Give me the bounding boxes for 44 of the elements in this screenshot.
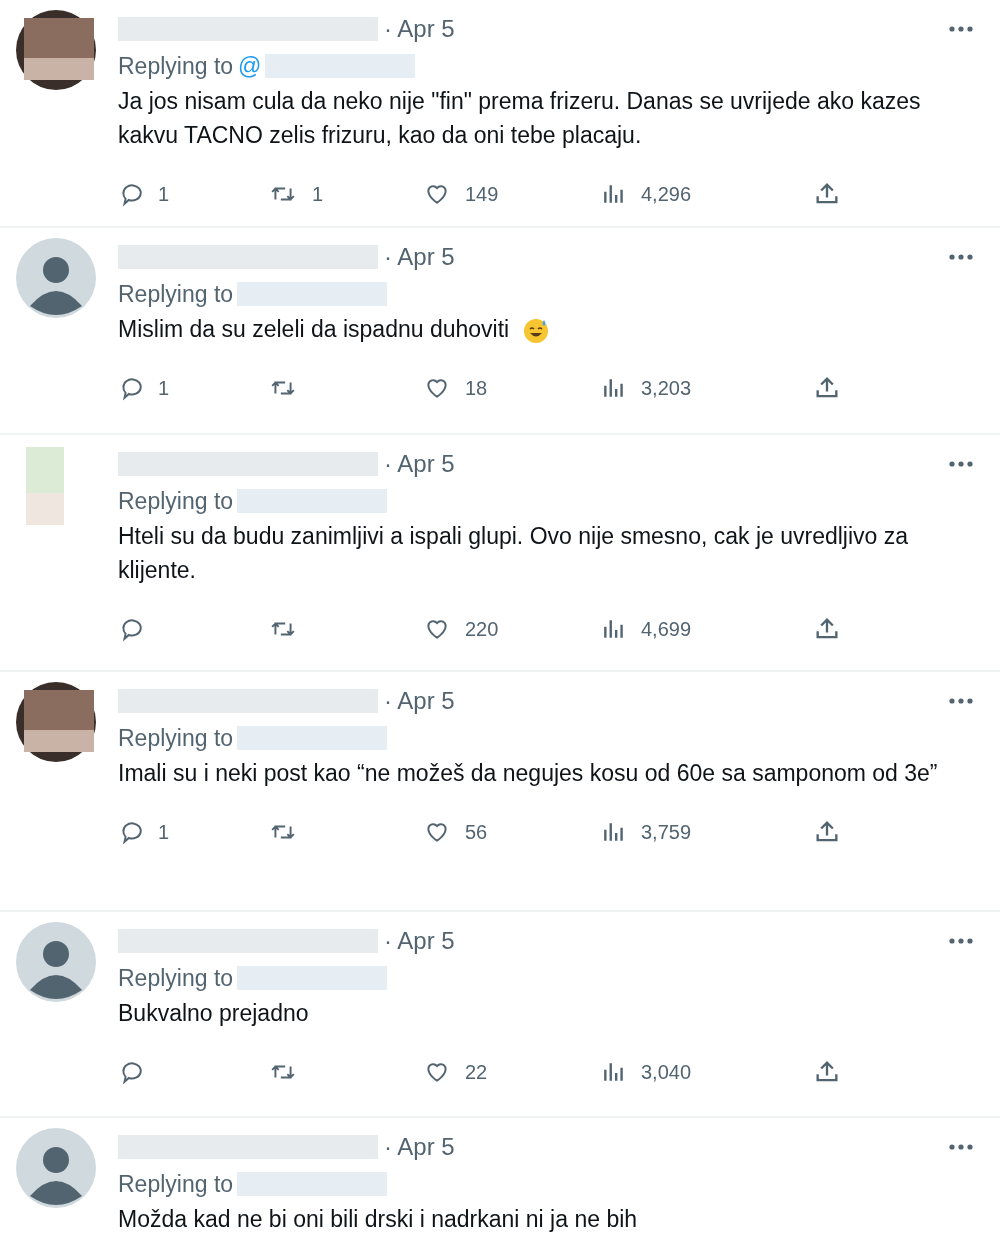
tweet-date: · Apr 5 bbox=[384, 15, 455, 43]
mention-link[interactable]: @ bbox=[238, 52, 262, 80]
view-count: 3,040 bbox=[641, 1060, 692, 1084]
view-count: 4,296 bbox=[641, 182, 692, 206]
tweet-date: · Apr 5 bbox=[384, 927, 455, 955]
like-count: 18 bbox=[465, 376, 488, 400]
more-options-icon[interactable] bbox=[948, 937, 974, 945]
reply-count: 1 bbox=[158, 182, 170, 206]
like-count: 56 bbox=[465, 820, 488, 844]
replying-to-label: Replying to bbox=[118, 1170, 234, 1198]
reply-text: Možda kad ne bi oni bili drski i nadrkani ni ja ne bih bbox=[118, 1206, 638, 1232]
blurred-avatar[interactable] bbox=[16, 682, 96, 762]
tweet-date: · Apr 5 bbox=[384, 687, 455, 715]
reply-text: Bukvalno prejadno bbox=[118, 1000, 309, 1026]
tweet-date: · Apr 5 bbox=[384, 1133, 455, 1161]
view-count: 4,699 bbox=[641, 617, 692, 641]
replying-to-label: Replying to bbox=[118, 52, 234, 80]
reply-text: Ja jos nisam cula da neko nije "fin" prema frizeru. Danas se uvrijede ako kazes kakvu TACNO zelis frizuru, kao da oni tebe placaju. bbox=[118, 88, 921, 148]
view-count: 3,203 bbox=[641, 376, 692, 400]
reply-text: Mislim da su zeleli da ispadnu duhoviti bbox=[118, 316, 510, 342]
like-count: 220 bbox=[465, 617, 499, 641]
more-options-icon[interactable] bbox=[948, 697, 974, 705]
like-count: 149 bbox=[465, 182, 499, 206]
tweet-date: · Apr 5 bbox=[384, 450, 455, 478]
more-options-icon[interactable] bbox=[948, 25, 974, 33]
reply-count: 1 bbox=[158, 376, 170, 400]
more-options-icon[interactable] bbox=[948, 253, 974, 261]
view-count: 3,759 bbox=[641, 820, 692, 844]
blurred-avatar[interactable] bbox=[16, 10, 96, 90]
replying-to-label: Replying to bbox=[118, 724, 234, 752]
reply-text: Imali su i neki post kao “ne možeš da negujes kosu od 60e sa samponom od 3e” bbox=[118, 760, 938, 786]
replying-to-label: Replying to bbox=[118, 964, 234, 992]
more-options-icon[interactable] bbox=[948, 1143, 974, 1151]
reply-text: Hteli su da budu zanimljivi a ispali glupi. Ovo nije smesno, cak je uvredljivo za klijente. bbox=[118, 523, 909, 583]
default-avatar-icon[interactable] bbox=[16, 238, 96, 318]
replying-to-label: Replying to bbox=[118, 280, 234, 308]
like-count: 22 bbox=[465, 1060, 488, 1084]
more-options-icon[interactable] bbox=[948, 460, 974, 468]
retweet-count: 1 bbox=[312, 182, 324, 206]
tweet-date: · Apr 5 bbox=[384, 243, 455, 271]
replying-to-label: Replying to bbox=[118, 487, 234, 515]
default-avatar-icon[interactable] bbox=[16, 1128, 96, 1208]
reply-count: 1 bbox=[158, 820, 170, 844]
default-avatar-icon[interactable] bbox=[16, 922, 96, 1002]
